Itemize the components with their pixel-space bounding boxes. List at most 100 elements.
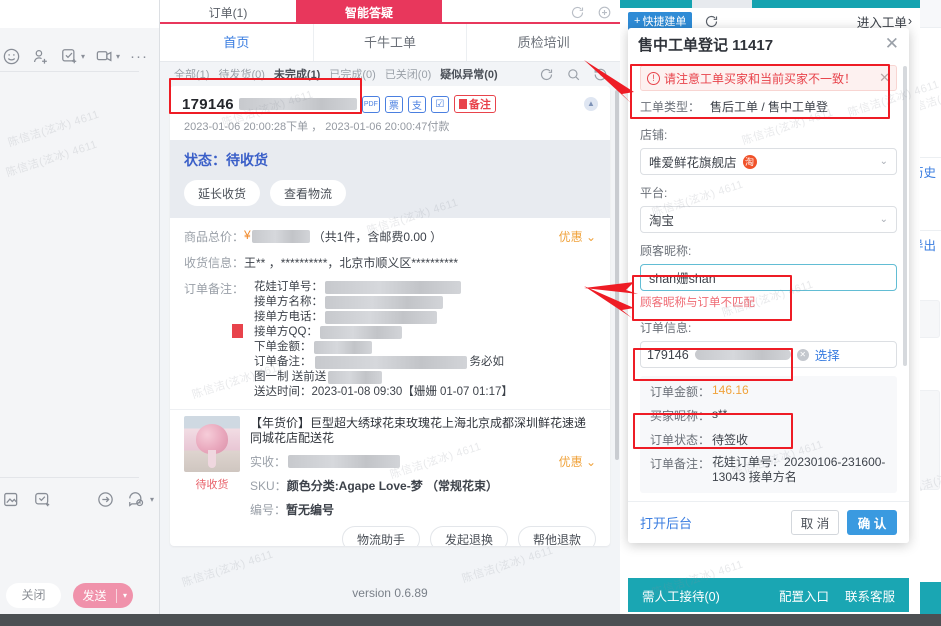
filter-suspect-abnormal[interactable]: 疑似异常(0): [440, 66, 497, 82]
cancel-button[interactable]: 取 消: [791, 510, 839, 535]
more-icon[interactable]: ···: [130, 48, 148, 65]
transfer-icon[interactable]: [96, 490, 115, 509]
ticket-icon[interactable]: 票: [384, 95, 403, 113]
filter-closed[interactable]: 已关闭(0): [385, 66, 431, 82]
confirm-button[interactable]: 确 认: [847, 510, 897, 535]
pick-order-button[interactable]: 选择: [815, 345, 840, 364]
close-button[interactable]: 关闭: [6, 583, 61, 608]
product-code-row: 编号： 暂无编号: [250, 501, 596, 518]
refresh-icon[interactable]: [570, 5, 585, 20]
initiate-return-button[interactable]: 发起退换: [429, 526, 508, 546]
search-icon[interactable]: [566, 67, 581, 82]
product-status-tag: 待收货: [195, 479, 229, 491]
remark-flag-icon: [232, 324, 244, 338]
shop-select[interactable]: 唯爱鲜花旗舰店 淘 ⌄: [640, 148, 897, 175]
chevron-down-icon: ⌄: [879, 156, 888, 167]
refresh-icon[interactable]: [704, 14, 719, 29]
checklist-icon[interactable]: [60, 47, 79, 66]
chevron-up-icon[interactable]: ▲: [584, 97, 598, 111]
order-status-actions: 延长收货 查看物流: [184, 180, 596, 206]
extend-receipt-button[interactable]: 延长收货: [184, 180, 261, 206]
add-icon[interactable]: [597, 5, 612, 20]
clear-icon[interactable]: ✕: [796, 348, 809, 361]
product-thumb-wrap: 待收货: [184, 416, 240, 518]
history-icon[interactable]: [593, 67, 608, 82]
image-icon[interactable]: [2, 490, 21, 509]
order-scrollbar[interactable]: [615, 90, 619, 460]
refresh-icon[interactable]: [539, 67, 554, 82]
filter-completed[interactable]: 已完成(0): [329, 66, 375, 82]
modal-header: 售中工单登记 11417 ✕: [628, 28, 909, 60]
code-label: 编号：: [250, 503, 287, 517]
open-backend-link[interactable]: 打开后台: [640, 513, 692, 532]
pdf-badge-icon[interactable]: PDF: [361, 95, 380, 113]
view-logistics-button[interactable]: 查看物流: [270, 180, 347, 206]
workorder-type-label: 工单类型：: [640, 100, 701, 114]
history-chat-icon[interactable]: [127, 490, 146, 509]
detail-row: 买家昵称： s**: [650, 407, 887, 424]
order-id-row: 179146 PDF 票 支 ☑ 备注 ▲: [182, 92, 598, 116]
bottom-bar-links: 配置入口 联系客服: [779, 586, 895, 605]
close-icon[interactable]: ✕: [879, 70, 890, 86]
emoji-icon[interactable]: [2, 47, 21, 66]
order-panel: 订单(1) 智能答疑 首页 千牛工单 质检培训 全部(1) 待发货(0) 未完成…: [160, 0, 620, 626]
screenshot-caret-icon[interactable]: ▾: [116, 52, 120, 61]
tab-smart-qa[interactable]: 智能答疑: [296, 0, 442, 24]
shop-label: 店铺:: [640, 128, 668, 142]
modal-scrollbar[interactable]: [903, 66, 907, 366]
filter-incomplete[interactable]: 未完成(1): [274, 66, 320, 82]
order-number-input[interactable]: 179146 ✕ 选择: [640, 341, 897, 368]
help-refund-button[interactable]: 帮他退款: [517, 526, 596, 546]
send-button-label: 发送: [82, 589, 107, 603]
history-caret-icon[interactable]: ▾: [150, 495, 154, 504]
product-image[interactable]: [184, 416, 240, 472]
order-remark-value: 花娃订单号：20230106-231600-13043 接单方名: [712, 455, 886, 484]
nav-home[interactable]: 首页: [160, 24, 314, 61]
workorder-type-row: 工单类型： 售后工单 / 售中工单登: [628, 91, 909, 115]
product-discount-link[interactable]: 优惠 ⌄: [559, 453, 596, 470]
add-user-icon[interactable]: [31, 47, 50, 66]
nickname-label: 顾客昵称:: [640, 244, 692, 258]
manual-reception-label[interactable]: 需人工接待(0): [642, 586, 720, 605]
flag-icon: [458, 99, 467, 109]
contact-support-link[interactable]: 联系客服: [845, 586, 895, 605]
order-info: 商品总价： ¥ （共1件，含邮费0.00 ） 优惠 ⌄ 收货信息： 王** ，*…: [170, 218, 610, 400]
remark-button-label: 备注: [468, 99, 491, 111]
nickname-input[interactable]: shan姗shan: [640, 264, 897, 291]
order-status-label: 订单状态：: [650, 433, 711, 447]
logistics-assistant-button[interactable]: 物流助手: [341, 526, 420, 546]
send-button[interactable]: 发送 ▾: [73, 583, 133, 608]
config-entry-link[interactable]: 配置入口: [779, 586, 829, 605]
discount-link[interactable]: 优惠 ⌄: [559, 228, 596, 245]
chat-divider: [0, 71, 139, 72]
buyer-mismatch-alert: ! 请注意工单买家和当前买家不一致！ ✕: [640, 65, 897, 91]
checklist-caret-icon[interactable]: ▾: [81, 52, 85, 61]
remark-line: 接单方名称：: [254, 295, 513, 310]
watermark: 陈信洁(泫冰) 4611: [6, 108, 101, 150]
platform-select[interactable]: 淘宝 ⌄: [640, 206, 897, 233]
panel-tab-actions: [442, 0, 620, 24]
nav-qianniu-workorder[interactable]: 千牛工单: [314, 24, 468, 61]
nickname-value: shan姗shan: [649, 272, 716, 286]
nav-quality-training[interactable]: 质检培训: [467, 24, 620, 61]
panel-tabs: 订单(1) 智能答疑: [160, 0, 620, 24]
product-title[interactable]: 【年货价】巨型超大绣球花束玫瑰花上海北京成都深圳鲜花速递同城花店配送花: [250, 416, 596, 446]
filter-pending-ship[interactable]: 待发货(0): [218, 66, 264, 82]
product-paid-row: 实收： 优惠 ⌄: [250, 453, 596, 470]
watermark: 陈信洁(泫冰) 4611: [460, 544, 555, 586]
detail-row: 订单金额： 146.16: [650, 383, 887, 400]
chevron-right-icon: ›: [907, 14, 912, 28]
check-badge-icon[interactable]: ☑: [430, 95, 449, 113]
order-card: 179146 PDF 票 支 ☑ 备注 ▲ 2023-01-06 20:00:2…: [170, 86, 610, 546]
quick-reply-icon[interactable]: [33, 490, 52, 509]
filter-all[interactable]: 全部(1): [174, 66, 209, 82]
chevron-down-icon: ⌄: [879, 214, 888, 225]
order-status-value: 待签收: [712, 433, 749, 447]
tab-orders[interactable]: 订单(1): [160, 0, 296, 24]
close-icon[interactable]: ✕: [885, 34, 899, 54]
remark-line: 送达时间：2023-01-08 09:30【姗姗 01-07 01:17】: [254, 386, 513, 398]
remark-button[interactable]: 备注: [453, 95, 496, 113]
screenshot-icon[interactable]: [95, 47, 114, 66]
send-caret-icon[interactable]: ▾: [117, 591, 133, 600]
alipay-icon[interactable]: 支: [407, 95, 426, 113]
